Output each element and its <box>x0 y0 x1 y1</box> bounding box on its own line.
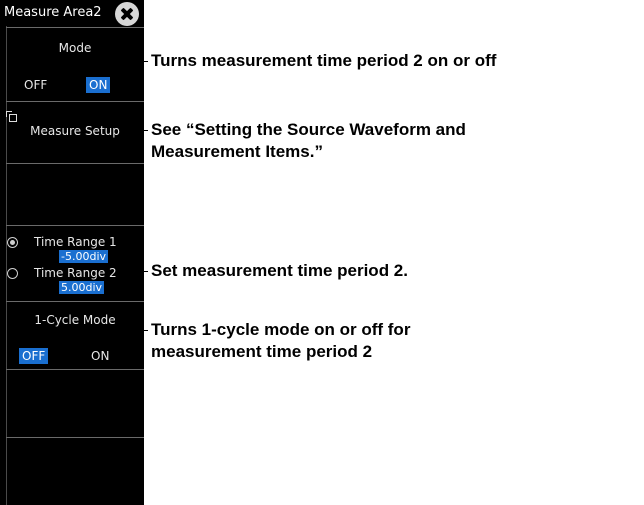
radio-selected-dot <box>10 240 15 245</box>
time-range-1-radio[interactable] <box>7 237 18 248</box>
divider <box>6 163 144 164</box>
mode-label: Mode <box>58 41 92 55</box>
cycle-mode-label: 1-Cycle Mode <box>34 313 116 327</box>
measure-area-menu: Measure Area2 Mode OFF ON Measure Setup … <box>0 0 144 505</box>
divider <box>6 27 144 28</box>
divider <box>6 301 144 302</box>
range-leader-line <box>130 271 148 272</box>
menu-title-bar: Measure Area2 <box>0 0 144 26</box>
cycle-callout-line1: Turns 1-cycle mode on or off for <box>151 320 411 339</box>
cycle-callout-line2: measurement time period 2 <box>151 342 373 361</box>
cycle-leader-line <box>130 330 148 331</box>
time-range-2-value[interactable]: 5.00div <box>59 281 105 294</box>
menu-border <box>6 26 7 505</box>
mode-callout: Turns measurement time period 2 on or of… <box>151 51 497 70</box>
setup-callout-line2: Measurement Items.” <box>151 142 323 161</box>
range-callout: Set measurement time period 2. <box>151 261 408 280</box>
time-range-2-label: Time Range 2 <box>34 266 117 280</box>
measure-setup-label: Measure Setup <box>30 124 120 138</box>
setup-leader-line <box>132 130 148 131</box>
submenu-icon <box>6 111 17 122</box>
divider <box>6 437 144 438</box>
time-range-1-value[interactable]: -5.00div <box>59 250 109 263</box>
cycle-mode-on-option[interactable]: ON <box>88 348 112 364</box>
cycle-mode-off-option[interactable]: OFF <box>19 348 49 364</box>
divider <box>6 369 144 370</box>
mode-on-option[interactable]: ON <box>86 77 111 93</box>
mode-leader-line <box>130 61 148 62</box>
setup-callout-line1: See “Setting the Source Waveform and <box>151 120 466 139</box>
divider <box>6 225 144 226</box>
divider <box>6 101 144 102</box>
close-icon[interactable] <box>115 2 139 26</box>
mode-off-option[interactable]: OFF <box>21 77 50 93</box>
time-range-1-label: Time Range 1 <box>34 235 117 249</box>
time-range-2-radio[interactable] <box>7 268 18 279</box>
menu-title: Measure Area2 <box>4 5 102 20</box>
